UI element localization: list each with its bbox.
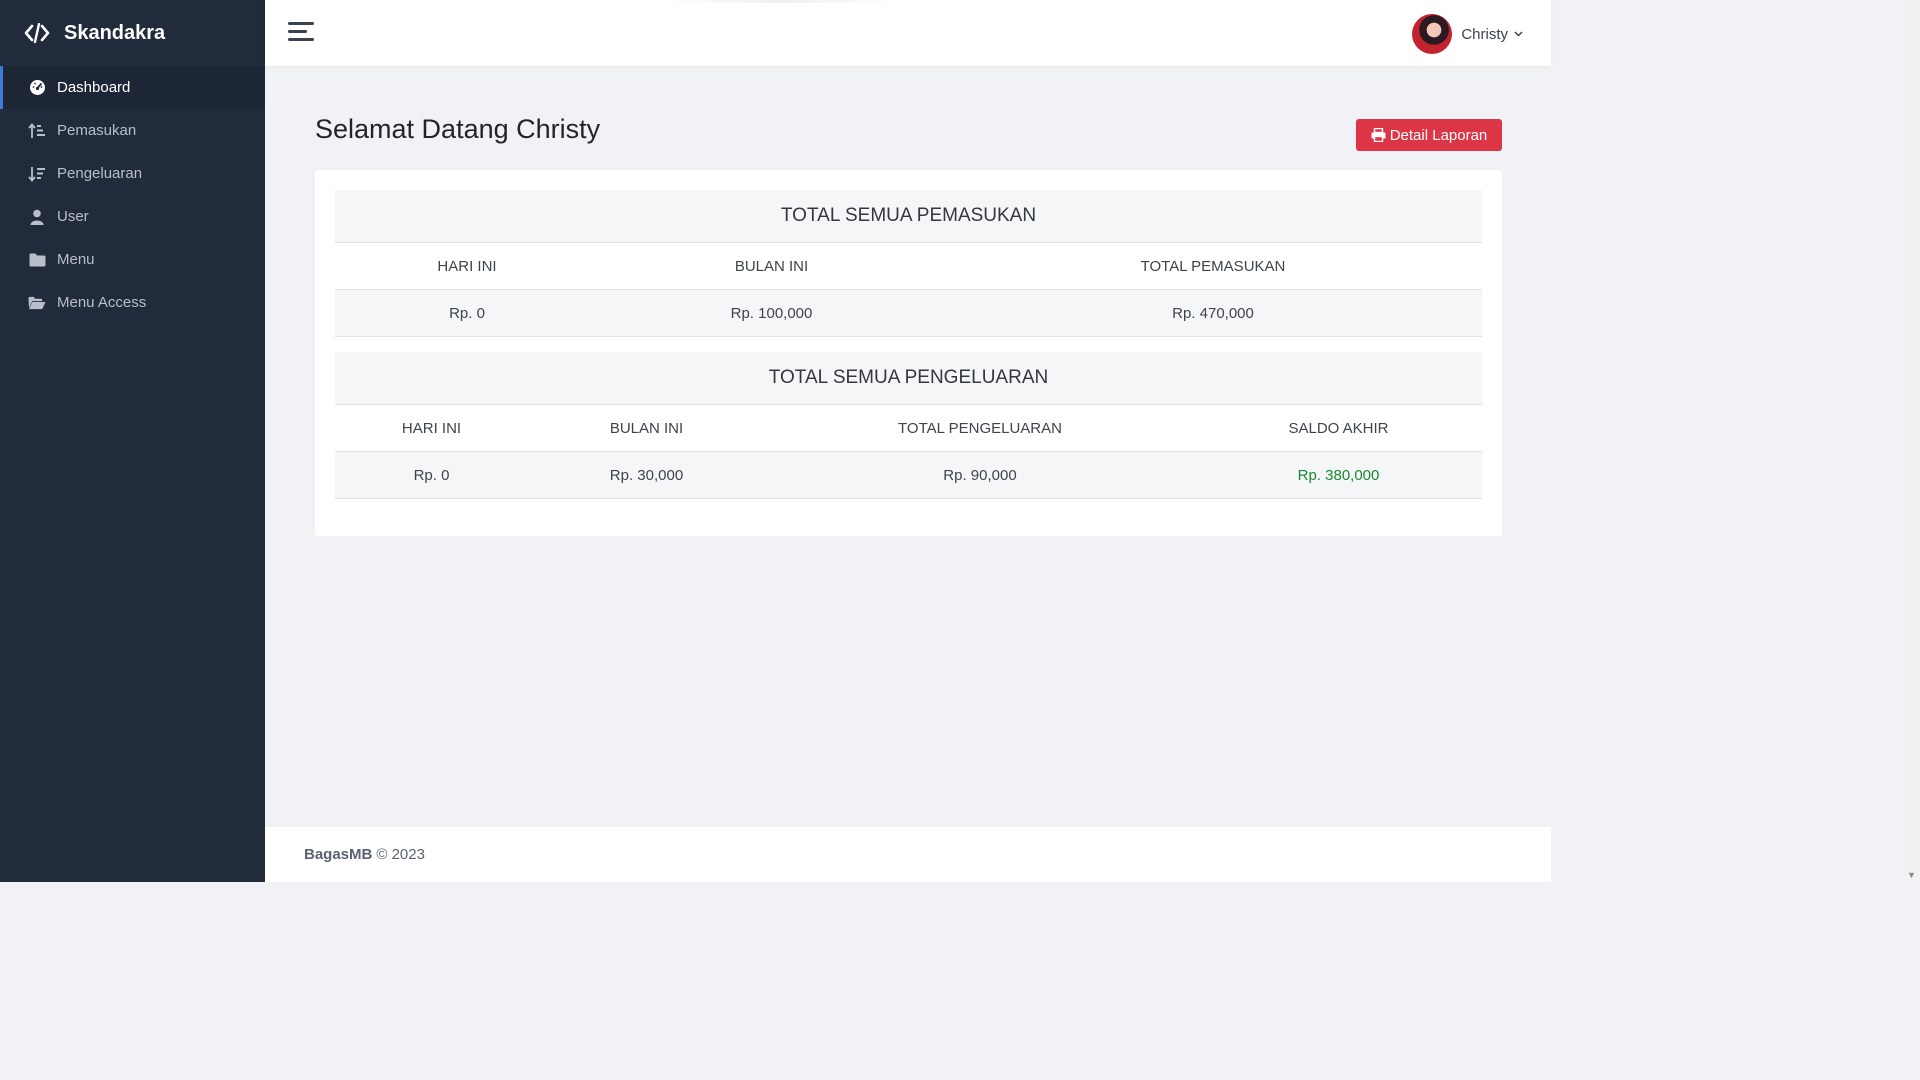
user-name: Christy [1461, 25, 1508, 43]
table-row: Rp. 0 Rp. 30,000 Rp. 90,000 Rp. 380,000 [335, 452, 1482, 499]
sidebar-item-menu[interactable]: Menu [0, 238, 265, 281]
table-cell: Rp. 30,000 [609, 466, 684, 484]
code-icon [24, 23, 50, 43]
sidebar-item-label: Dashboard [57, 79, 131, 96]
income-table: TOTAL SEMUA PEMASUKAN HARI INI BULAN INI… [335, 190, 1482, 337]
footer: BagasMB © 2023 [265, 827, 1551, 882]
user-menu[interactable]: Christy [1412, 14, 1523, 54]
column-header: HARI INI [401, 419, 462, 437]
footer-author: BagasMB [304, 846, 373, 863]
column-header: SALDO AKHIR [1288, 419, 1389, 437]
table-cell: Rp. 470,000 [1172, 304, 1254, 322]
table-cell: Rp. 90,000 [943, 466, 1017, 484]
sidebar-item-pengeluaran[interactable]: Pengeluaran [0, 152, 265, 195]
sidebar-item-label: Pengeluaran [57, 165, 143, 182]
sidebar-item-label: User [57, 208, 89, 225]
brand[interactable]: Skandakra [0, 0, 265, 66]
sort-amount-down-icon [28, 166, 46, 182]
folder-icon [28, 252, 46, 268]
table-cell: Rp. 0 [449, 304, 485, 322]
sidebar-item-dashboard[interactable]: Dashboard [0, 66, 265, 109]
chevron-down-icon [1514, 29, 1523, 40]
sidebar-item-label: Menu Access [57, 294, 147, 311]
column-header: HARI INI [437, 257, 497, 275]
sidebar-item-pemasukan[interactable]: Pemasukan [0, 109, 265, 152]
table-cell: Rp. 0 [413, 466, 450, 484]
brand-name: Skandakra [64, 21, 166, 44]
column-header: TOTAL PENGELUARAN [898, 419, 1062, 437]
expense-heading: TOTAL SEMUA PENGELUARAN [335, 352, 1482, 405]
page-title: Selamat Datang Christy [315, 114, 601, 144]
topbar: Christy [265, 0, 1551, 66]
main-content: Selamat Datang Christy Detail Laporan TO… [265, 66, 1551, 827]
sort-amount-up-icon [28, 122, 46, 139]
income-heading: TOTAL SEMUA PEMASUKAN [335, 190, 1482, 243]
top-shade [660, 0, 900, 3]
sidebar-item-user[interactable]: User [0, 195, 265, 238]
user-icon [28, 209, 46, 225]
column-header: BULAN INI [734, 257, 809, 275]
avatar[interactable] [1412, 14, 1453, 54]
scroll-down-arrow-icon[interactable]: ▼ [1907, 870, 1916, 880]
table-row: Rp. 0 Rp. 100,000 Rp. 470,000 [335, 290, 1482, 337]
detail-report-button[interactable]: Detail Laporan [1356, 119, 1502, 151]
sidebar-item-menu-access[interactable]: Menu Access [0, 281, 265, 324]
detail-report-label: Detail Laporan [1389, 126, 1488, 144]
print-icon [1371, 128, 1386, 142]
sidebar-item-label: Menu [57, 251, 95, 268]
final-balance-value: Rp. 380,000 [1297, 466, 1380, 484]
sidebar-item-label: Pemasukan [57, 122, 137, 139]
sidebar: Skandakra Dashboard Pemasukan Pengeluara… [0, 0, 265, 882]
table-header-row: HARI INI BULAN INI TOTAL PEMASUKAN [335, 243, 1482, 290]
page-scrollbar[interactable]: ▼ [1903, 0, 1920, 882]
expense-table: TOTAL SEMUA PENGELUARAN HARI INI BULAN I… [335, 352, 1482, 499]
table-cell: Rp. 100,000 [730, 304, 813, 322]
summary-card: TOTAL SEMUA PEMASUKAN HARI INI BULAN INI… [315, 170, 1502, 536]
folder-open-icon [28, 295, 46, 311]
column-header: BULAN INI [609, 419, 684, 437]
tachometer-icon [28, 80, 46, 96]
footer-copyright: © 2023 [376, 846, 425, 863]
table-header-row: HARI INI BULAN INI TOTAL PENGELUARAN SAL… [335, 405, 1482, 452]
hamburger-menu-icon[interactable] [288, 22, 314, 44]
column-header: TOTAL PEMASUKAN [1140, 257, 1286, 275]
